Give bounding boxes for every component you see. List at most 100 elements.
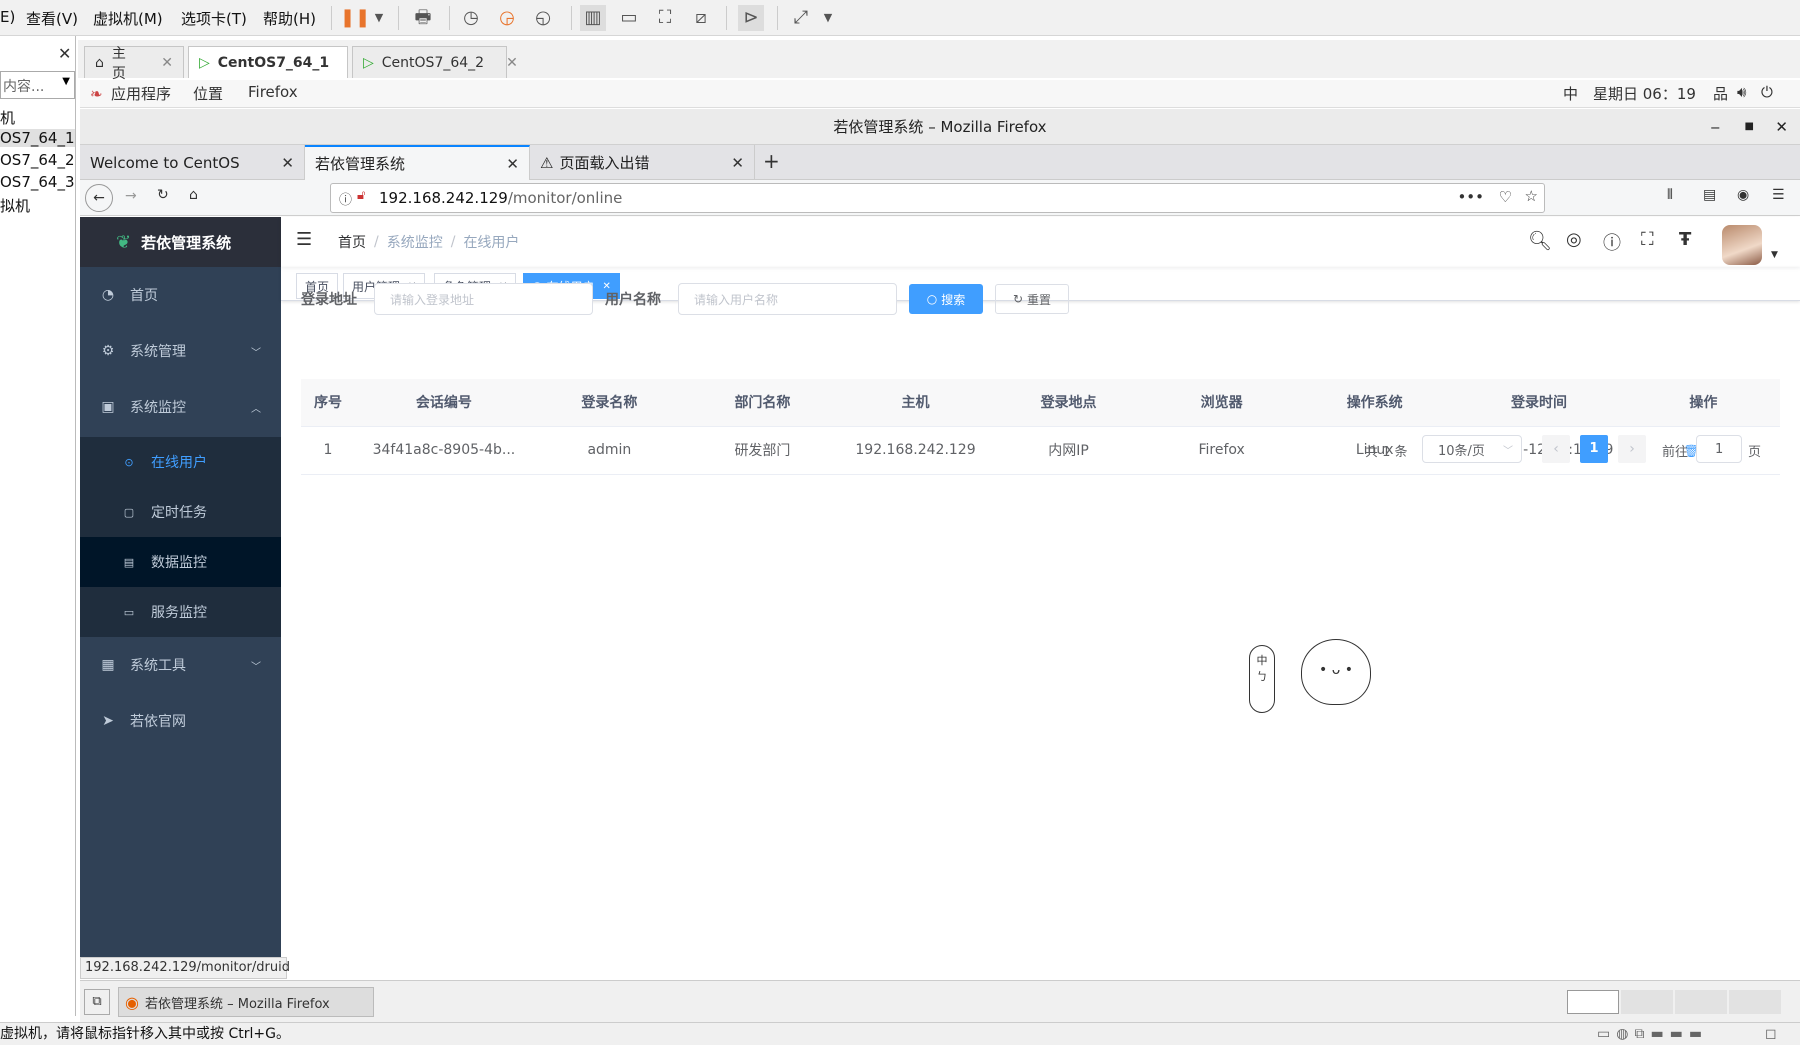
send-keys-icon[interactable]: 🖶 xyxy=(410,5,436,31)
close-icon[interactable]: ✕ xyxy=(1775,109,1788,145)
page-size-select[interactable]: 10条/页 ﹀ xyxy=(1422,435,1522,463)
prev-page-button[interactable]: ‹ xyxy=(1542,435,1570,463)
goto-page-input[interactable]: 1 xyxy=(1696,435,1742,463)
minimize-icon[interactable]: ‒ xyxy=(1710,109,1720,145)
sidebar-item-druid[interactable]: ▤ 数据监控 xyxy=(80,537,281,587)
stretch-dropdown-icon[interactable]: ▼ xyxy=(815,5,841,31)
ip-input[interactable]: 请输入登录地址 xyxy=(374,283,593,315)
url-bar[interactable]: ⓘ 🔓︎ 192.168.242.129/monitor/online ••• … xyxy=(330,183,1545,213)
close-icon[interactable]: ✕ xyxy=(161,55,173,71)
ff-tab-ruoyi[interactable]: 若依管理系统 ✕ xyxy=(305,145,530,180)
vm-tab-home[interactable]: ⌂ 主页 ✕ xyxy=(84,46,184,82)
sidebar-item-system[interactable]: ⚙ 系统管理 ﹀ xyxy=(80,323,281,379)
new-tab-icon[interactable]: + xyxy=(763,149,780,173)
sidebar-item-home[interactable]: ◔ 首页 xyxy=(80,267,281,323)
message-icon[interactable]: ◻ xyxy=(1765,1023,1777,1046)
close-icon[interactable]: ✕ xyxy=(506,55,518,71)
close-icon[interactable]: ✕ xyxy=(506,155,519,173)
workspace-4[interactable] xyxy=(1729,990,1781,1014)
search-button[interactable]: ○ 搜索 xyxy=(909,284,983,314)
sidebar-item-tools[interactable]: ▦ 系统工具 ﹀ xyxy=(80,637,281,693)
library-icon[interactable]: ⫴ xyxy=(1667,187,1673,203)
library-toggle-icon[interactable]: ▥ xyxy=(580,5,606,31)
library-item[interactable]: 拟机 xyxy=(0,195,30,216)
input-method-widget[interactable]: 中 ㄅ xyxy=(1249,645,1275,713)
stretch-icon[interactable]: ⤢ xyxy=(788,5,814,31)
sidebar-item-online[interactable]: ⊙ 在线用户 xyxy=(80,437,281,487)
volume-icon[interactable]: 🔊︎ xyxy=(1737,83,1746,101)
sidebar-item-site[interactable]: ➤ 若依官网 xyxy=(80,693,281,749)
console-icon[interactable]: ⊳ xyxy=(738,5,764,31)
home-icon[interactable]: ⌂ xyxy=(189,187,198,203)
avatar[interactable] xyxy=(1722,225,1762,265)
logo-icon: ❦ xyxy=(116,231,132,253)
workspace-1[interactable] xyxy=(1567,990,1619,1014)
close-icon[interactable]: ✕ xyxy=(281,154,294,172)
menu-tabs[interactable]: 选项卡(T) xyxy=(181,8,247,29)
firefox-menu[interactable]: Firefox xyxy=(248,83,298,101)
menu-edit[interactable]: E) xyxy=(0,8,15,26)
account-icon[interactable]: ◉ xyxy=(1737,187,1749,203)
vm-tab-centos1[interactable]: ▷CentOS7_64_1✕ xyxy=(188,46,363,78)
caret-down-icon[interactable]: ▼ xyxy=(1771,250,1778,260)
sidebar-item-server[interactable]: ▭ 服务监控 xyxy=(80,587,281,637)
pause-icon[interactable]: ❚❚ xyxy=(340,5,370,31)
mascot-icon[interactable]: • ᴗ • xyxy=(1301,639,1371,705)
network-icon[interactable]: 品 xyxy=(1713,83,1728,104)
hamburger-menu-icon[interactable]: ☰ xyxy=(1772,187,1785,203)
close-icon[interactable]: ✕ xyxy=(731,154,744,172)
page-number-button[interactable]: 1 xyxy=(1580,435,1608,463)
library-item[interactable]: OS7_64_1 xyxy=(0,129,75,147)
library-item[interactable]: OS7_64_2 xyxy=(0,151,75,169)
show-desktop-icon[interactable]: ⧉ xyxy=(84,989,110,1015)
font-size-icon[interactable]: Ŧ xyxy=(1679,229,1691,250)
fullscreen-icon[interactable]: ⛶ xyxy=(652,5,678,31)
workspace-2[interactable] xyxy=(1621,990,1673,1014)
ff-tab-welcome[interactable]: Welcome to CentOS ✕ xyxy=(80,145,305,180)
library-item[interactable]: OS7_64_3 xyxy=(0,173,75,191)
menu-help[interactable]: 帮助(H) xyxy=(263,8,316,29)
places-menu[interactable]: 位置 xyxy=(193,83,223,104)
sidebar-item-job[interactable]: ▢ 定时任务 xyxy=(80,487,281,537)
sidebar-icon[interactable]: ▤ xyxy=(1703,187,1716,203)
question-icon[interactable]: ⓘ xyxy=(1603,229,1621,255)
ff-tab-error[interactable]: ⚠ 页面载入出错 ✕ xyxy=(530,145,755,180)
hamburger-icon[interactable]: ☰ xyxy=(296,229,312,250)
reload-icon[interactable]: ↻ xyxy=(157,187,169,203)
pocket-icon[interactable]: ♡ xyxy=(1499,188,1512,206)
power-icon[interactable]: ⏻ xyxy=(1761,83,1773,101)
next-page-button[interactable]: › xyxy=(1618,435,1646,463)
search-icon[interactable]: 🔍︎ xyxy=(1528,229,1552,252)
unity-icon[interactable]: ⧄ xyxy=(688,5,714,31)
clock[interactable]: 星期日 06：19 xyxy=(1593,83,1696,104)
menu-vm[interactable]: 虚拟机(M) xyxy=(93,8,163,29)
device-icons[interactable]: ▭◍⧉▬▬▬ xyxy=(1597,1023,1708,1046)
maximize-icon[interactable]: ■ xyxy=(1745,109,1754,145)
fullscreen-icon[interactable]: ⛶ xyxy=(1641,229,1654,250)
logo[interactable]: ❦ 若依管理系统 xyxy=(80,217,281,267)
github-icon[interactable]: ◎ xyxy=(1566,229,1582,250)
library-search-input[interactable]: 内容... ▼ xyxy=(0,71,75,99)
reset-button[interactable]: ↻ 重置 xyxy=(995,284,1069,314)
sidebar-item-monitor[interactable]: ▣ 系统监控 ︿ xyxy=(80,379,281,435)
revert-snapshot-icon[interactable]: ◶ xyxy=(494,5,520,31)
bookmark-star-icon[interactable]: ☆ xyxy=(1525,187,1538,205)
library-item[interactable]: 机 xyxy=(0,107,15,128)
dropdown-icon[interactable]: ▼ xyxy=(366,5,392,31)
user-input[interactable]: 请输入用户名称 xyxy=(678,283,897,315)
breadcrumb-home[interactable]: 首页 xyxy=(338,232,366,252)
page-actions-icon[interactable]: ••• xyxy=(1457,188,1484,206)
snapshot-manager-icon[interactable]: ◵ xyxy=(530,5,556,31)
ime-indicator[interactable]: 中 xyxy=(1563,83,1578,104)
close-icon[interactable]: ✕ xyxy=(58,44,71,63)
info-icon[interactable]: ⓘ xyxy=(339,189,352,208)
snapshot-icon[interactable]: ◷ xyxy=(458,5,484,31)
thumbnail-bar-icon[interactable]: ▭ xyxy=(616,5,642,31)
workspace-3[interactable] xyxy=(1675,990,1727,1014)
forward-icon[interactable]: → xyxy=(125,188,137,204)
applications-menu[interactable]: 应用程序 xyxy=(111,83,171,104)
menu-view[interactable]: 查看(V) xyxy=(26,8,78,29)
back-icon[interactable]: ← xyxy=(85,184,113,212)
vm-tab-centos2[interactable]: ▷ CentOS7_64_2 ✕ xyxy=(352,46,518,78)
taskbar-firefox-window[interactable]: ◉ 若依管理系统 – Mozilla Firefox xyxy=(118,987,374,1017)
